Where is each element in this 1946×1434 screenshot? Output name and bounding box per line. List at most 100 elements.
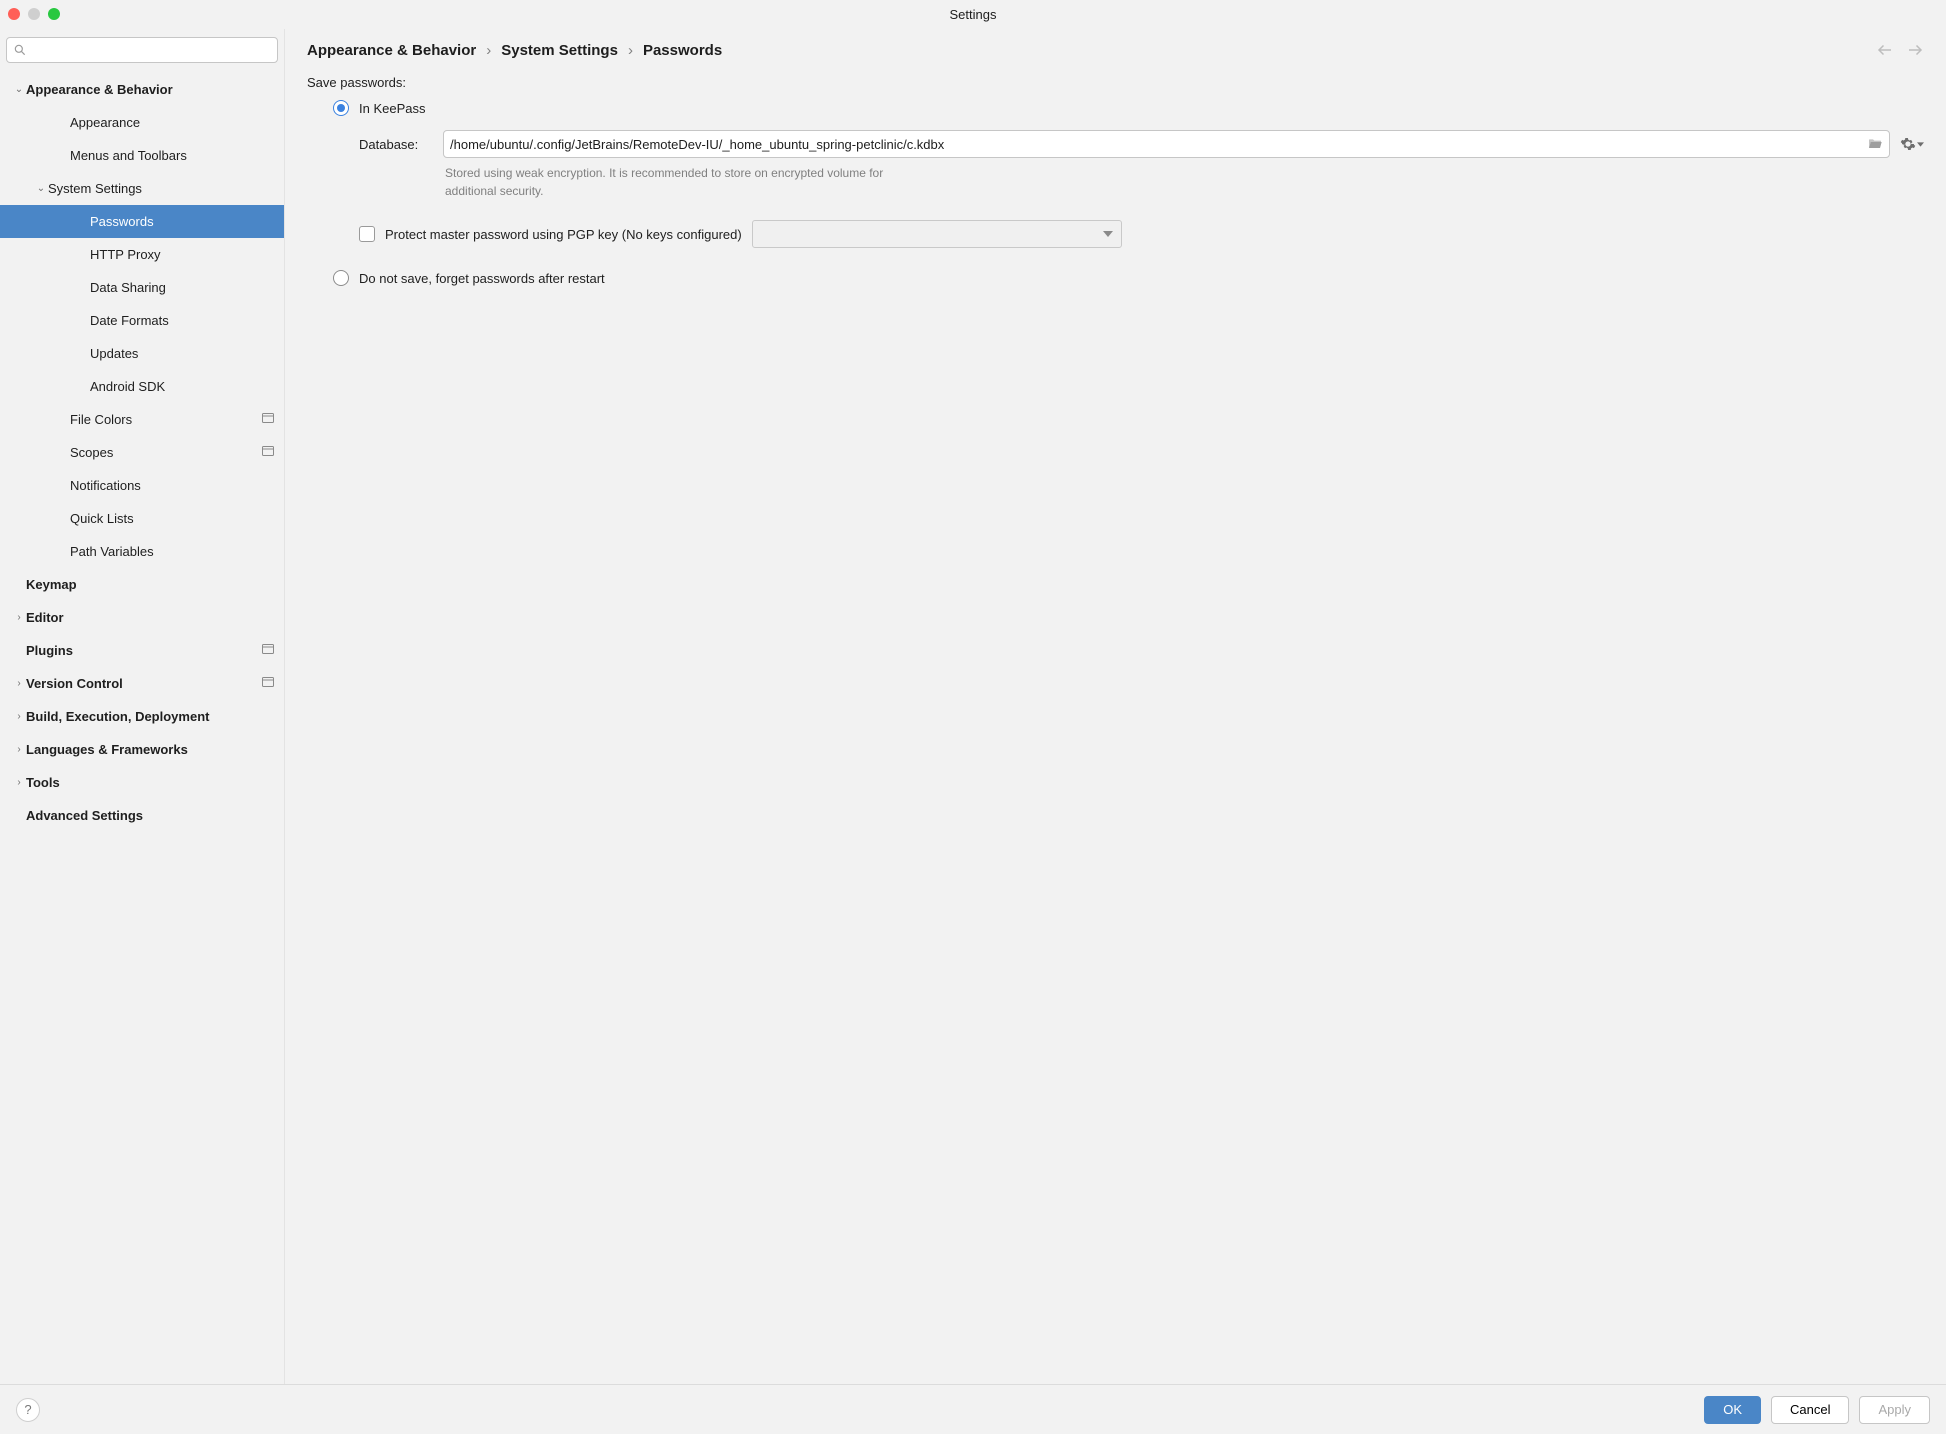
chevron-right-icon (56, 480, 70, 491)
chevron-right-icon: › (12, 777, 26, 788)
tree-item-label: File Colors (70, 412, 262, 427)
protect-pgp-checkbox[interactable] (359, 226, 375, 242)
tree-item-label: Tools (26, 775, 274, 790)
tree-item-date-formats[interactable]: Date Formats (0, 304, 284, 337)
tree-item-label: Notifications (70, 478, 274, 493)
chevron-right-icon (76, 348, 90, 359)
tree-item-quick-lists[interactable]: Quick Lists (0, 502, 284, 535)
settings-search-box[interactable] (6, 37, 278, 63)
tree-item-label: Path Variables (70, 544, 274, 559)
tree-item-label: Android SDK (90, 379, 274, 394)
tree-item-file-colors[interactable]: File Colors (0, 403, 284, 436)
search-icon (13, 43, 27, 57)
tree-item-system-settings[interactable]: ⌄System Settings (0, 172, 284, 205)
tree-item-path-variables[interactable]: Path Variables (0, 535, 284, 568)
database-path-field[interactable] (443, 130, 1890, 158)
chevron-down-icon: ⌄ (12, 84, 26, 95)
tree-item-label: Quick Lists (70, 511, 274, 526)
tree-item-notifications[interactable]: Notifications (0, 469, 284, 502)
chevron-right-icon (56, 546, 70, 557)
tree-item-keymap[interactable]: Keymap (0, 568, 284, 601)
project-scope-icon (262, 413, 274, 426)
project-scope-icon (262, 644, 274, 657)
tree-item-scopes[interactable]: Scopes (0, 436, 284, 469)
project-scope-icon (262, 677, 274, 690)
project-scope-icon (262, 446, 274, 459)
tree-item-passwords[interactable]: Passwords (0, 205, 284, 238)
radio-icon (333, 100, 349, 116)
breadcrumb: Appearance & Behavior › System Settings … (307, 42, 722, 59)
database-label: Database: (359, 137, 433, 152)
dialog-footer: ? OK Cancel Apply (0, 1384, 1946, 1434)
window-controls (8, 8, 60, 20)
chevron-right-icon (76, 315, 90, 326)
pgp-key-combo[interactable] (752, 220, 1122, 248)
chevron-down-icon: ⌄ (34, 183, 48, 194)
radio-do-not-save[interactable]: Do not save, forget passwords after rest… (333, 270, 1924, 286)
breadcrumb-root[interactable]: Appearance & Behavior (307, 42, 476, 59)
chevron-right-icon (76, 249, 90, 260)
tree-item-editor[interactable]: ›Editor (0, 601, 284, 634)
tree-item-label: Updates (90, 346, 274, 361)
tree-item-label: Version Control (26, 676, 262, 691)
chevron-right-icon (56, 117, 70, 128)
nav-back-button[interactable] (1876, 41, 1894, 59)
chevron-down-icon (1103, 227, 1113, 242)
breadcrumb-mid[interactable]: System Settings (501, 42, 618, 59)
chevron-right-icon (56, 150, 70, 161)
tree-item-languages-frameworks[interactable]: ›Languages & Frameworks (0, 733, 284, 766)
tree-item-label: HTTP Proxy (90, 247, 274, 262)
settings-tree: ⌄Appearance & Behavior Appearance Menus … (0, 69, 284, 1384)
protect-pgp-label: Protect master password using PGP key (N… (385, 227, 742, 242)
ok-button[interactable]: OK (1704, 1396, 1761, 1424)
radio-in-keepass[interactable]: In KeePass (333, 100, 1924, 116)
tree-item-advanced-settings[interactable]: Advanced Settings (0, 799, 284, 832)
radio-label: Do not save, forget passwords after rest… (359, 271, 605, 286)
settings-content: Appearance & Behavior › System Settings … (285, 29, 1946, 1384)
titlebar: Settings (0, 0, 1946, 28)
tree-item-label: Appearance (70, 115, 274, 130)
chevron-right-icon (76, 381, 90, 392)
tree-item-label: Languages & Frameworks (26, 742, 274, 757)
tree-item-tools[interactable]: ›Tools (0, 766, 284, 799)
chevron-right-icon (56, 513, 70, 524)
chevron-right-icon: › (12, 678, 26, 689)
tree-item-http-proxy[interactable]: HTTP Proxy (0, 238, 284, 271)
window-title: Settings (0, 7, 1946, 22)
chevron-right-icon: › (12, 612, 26, 623)
apply-button[interactable]: Apply (1859, 1396, 1930, 1424)
chevron-right-icon: › (12, 744, 26, 755)
tree-item-build-execution-deployment[interactable]: ›Build, Execution, Deployment (0, 700, 284, 733)
chevron-right-icon (12, 645, 26, 656)
chevron-right-icon (12, 810, 26, 821)
tree-item-appearance-behavior[interactable]: ⌄Appearance & Behavior (0, 73, 284, 106)
database-gear-button[interactable] (1900, 136, 1924, 152)
radio-icon (333, 270, 349, 286)
tree-item-data-sharing[interactable]: Data Sharing (0, 271, 284, 304)
encryption-hint: Stored using weak encryption. It is reco… (445, 164, 905, 200)
chevron-right-icon (12, 579, 26, 590)
zoom-window-button[interactable] (48, 8, 60, 20)
tree-item-version-control[interactable]: ›Version Control (0, 667, 284, 700)
chevron-right-icon (56, 414, 70, 425)
folder-open-icon[interactable] (1867, 136, 1883, 152)
help-button[interactable]: ? (16, 1398, 40, 1422)
tree-item-plugins[interactable]: Plugins (0, 634, 284, 667)
cancel-button[interactable]: Cancel (1771, 1396, 1849, 1424)
tree-item-menus-and-toolbars[interactable]: Menus and Toolbars (0, 139, 284, 172)
tree-item-appearance[interactable]: Appearance (0, 106, 284, 139)
tree-item-updates[interactable]: Updates (0, 337, 284, 370)
close-window-button[interactable] (8, 8, 20, 20)
tree-item-android-sdk[interactable]: Android SDK (0, 370, 284, 403)
chevron-right-icon (76, 282, 90, 293)
settings-sidebar: ⌄Appearance & Behavior Appearance Menus … (0, 29, 285, 1384)
settings-search-input[interactable] (33, 43, 271, 58)
minimize-window-button[interactable] (28, 8, 40, 20)
chevron-right-icon (76, 216, 90, 227)
tree-item-label: Plugins (26, 643, 262, 658)
database-path-input[interactable] (450, 137, 1867, 152)
nav-forward-button[interactable] (1906, 41, 1924, 59)
section-label: Save passwords: (307, 75, 1924, 90)
tree-item-label: Data Sharing (90, 280, 274, 295)
chevron-right-icon: › (486, 42, 491, 59)
